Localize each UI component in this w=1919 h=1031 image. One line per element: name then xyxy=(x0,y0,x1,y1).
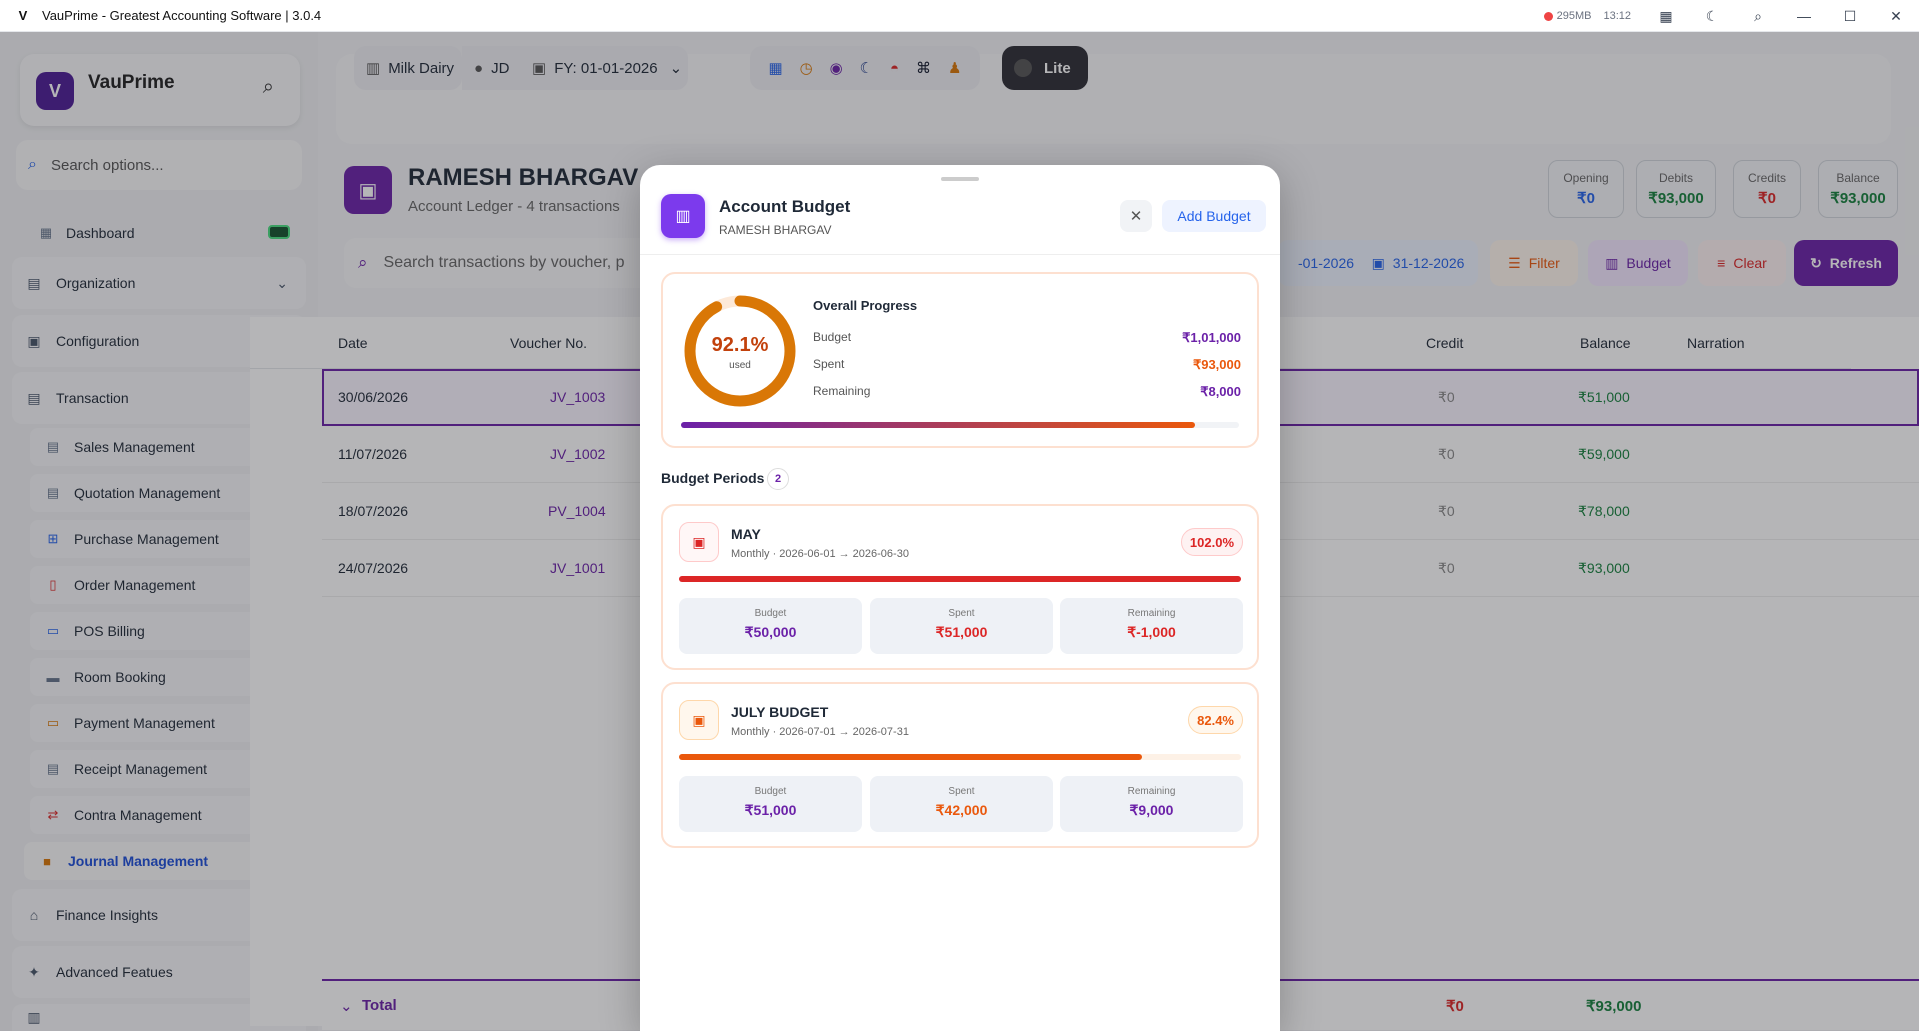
period-progress-fill xyxy=(679,754,1143,760)
overall-spent-row: Spent ₹93,000 xyxy=(813,357,1241,372)
mini-label: Remaining xyxy=(1127,786,1176,797)
overall-spent-value: ₹93,000 xyxy=(1192,357,1241,372)
mini-value: ₹9,000 xyxy=(1129,802,1174,818)
period-range: Monthly · 2026-07-01 → 2026-07-31 xyxy=(731,726,909,738)
account-budget-modal: ▥ Account Budget RAMESH BHARGAV ✕ Add Bu… xyxy=(640,165,1280,1031)
mini-label: Remaining xyxy=(1127,608,1176,619)
mini-value: ₹51,000 xyxy=(744,802,797,818)
budget-periods-count: 2 xyxy=(767,468,789,490)
overall-progress-fill xyxy=(681,422,1195,428)
moon-icon[interactable]: ☾ xyxy=(1689,0,1735,32)
modal-divider xyxy=(640,254,1280,255)
mini-label: Spent xyxy=(948,608,975,619)
memory-usage: 295MB xyxy=(1556,10,1592,22)
budget-period-card[interactable]: ▣ JULY BUDGET Monthly · 2026-07-01 → 202… xyxy=(661,682,1259,848)
period-name: MAY xyxy=(731,526,761,542)
mini-value: ₹-1,000 xyxy=(1127,624,1176,640)
overall-title: Overall Progress xyxy=(813,298,918,313)
add-budget-button[interactable]: Add Budget xyxy=(1162,200,1266,232)
used-label: used xyxy=(729,360,751,371)
mini-value: ₹50,000 xyxy=(744,624,797,640)
overall-percent: 92.1% xyxy=(711,334,769,356)
period-remaining: Remaining ₹-1,000 xyxy=(1060,598,1243,654)
calendar-icon: ▣ xyxy=(679,700,719,740)
budget-period-card[interactable]: ▣ MAY Monthly · 2026-06-01 → 2026-06-30 … xyxy=(661,504,1259,670)
period-progress-fill xyxy=(679,576,1241,582)
memory-status-icon xyxy=(1543,11,1553,21)
modal-title: Account Budget xyxy=(719,197,851,216)
search-icon[interactable]: ⌕ xyxy=(1735,0,1781,32)
period-range: Monthly · 2026-06-01 → 2026-06-30 xyxy=(731,548,909,560)
period-spent: Spent ₹51,000 xyxy=(870,598,1053,654)
mini-value: ₹42,000 xyxy=(935,802,988,818)
budget-periods-title: Budget Periods xyxy=(661,470,765,486)
overall-budget-row: Budget ₹1,01,000 xyxy=(813,330,1241,345)
window-title: VauPrime - Greatest Accounting Software … xyxy=(42,8,322,23)
period-name: JULY BUDGET xyxy=(731,704,829,720)
overall-remaining-row: Remaining ₹8,000 xyxy=(813,384,1241,399)
overall-remaining-value: ₹8,000 xyxy=(1200,384,1241,399)
clock: 13:12 xyxy=(1603,10,1631,22)
period-progress-bar xyxy=(679,754,1241,760)
drag-handle[interactable] xyxy=(941,177,979,181)
period-spent: Spent ₹42,000 xyxy=(870,776,1053,832)
row-label: Budget xyxy=(813,330,852,344)
period-budget: Budget ₹51,000 xyxy=(679,776,862,832)
row-label: Remaining xyxy=(813,384,871,398)
app-logo-icon: V xyxy=(18,8,28,23)
period-budget: Budget ₹50,000 xyxy=(679,598,862,654)
title-bar: V VauPrime - Greatest Accounting Softwar… xyxy=(0,0,1919,32)
mini-label: Budget xyxy=(754,608,787,619)
title-bar-controls: 295MB 13:12 ▦ ☾ ⌕ — ☐ ✕ xyxy=(1543,0,1919,32)
close-modal-button[interactable]: ✕ xyxy=(1120,200,1152,232)
maximize-button[interactable]: ☐ xyxy=(1827,0,1873,32)
close-window-button[interactable]: ✕ xyxy=(1873,0,1919,32)
budget-chart-icon: ▥ xyxy=(661,194,705,238)
mini-label: Budget xyxy=(754,786,787,797)
grid-icon[interactable]: ▦ xyxy=(1643,0,1689,32)
period-remaining: Remaining ₹9,000 xyxy=(1060,776,1243,832)
overall-progress-bar xyxy=(681,422,1239,428)
period-percent-badge: 102.0% xyxy=(1180,528,1243,556)
minimize-button[interactable]: — xyxy=(1781,0,1827,32)
mini-label: Spent xyxy=(948,786,975,797)
calendar-icon: ▣ xyxy=(679,522,719,562)
mini-value: ₹51,000 xyxy=(935,624,988,640)
period-percent-badge: 82.4% xyxy=(1188,706,1243,734)
overall-progress-card: 92.1% used Overall Progress Budget ₹1,01… xyxy=(661,272,1259,448)
overall-budget-value: ₹1,01,000 xyxy=(1182,330,1241,345)
row-label: Spent xyxy=(813,357,845,371)
period-progress-bar xyxy=(679,576,1241,582)
modal-subtitle: RAMESH BHARGAV xyxy=(719,223,832,237)
